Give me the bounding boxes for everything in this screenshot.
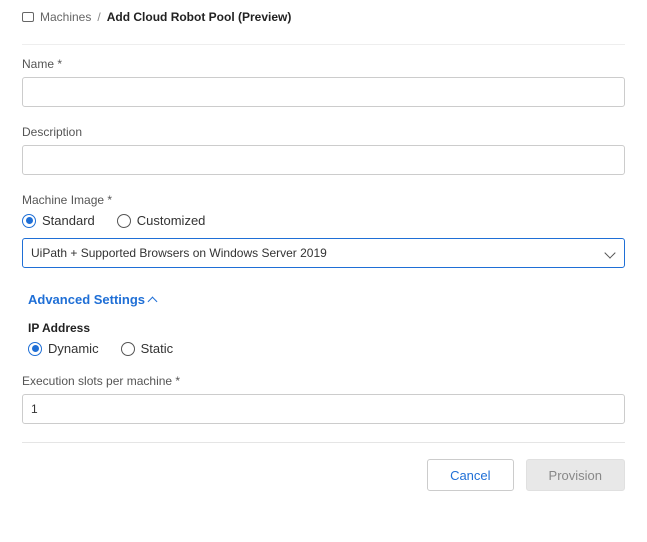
ip-address-group: IP Address Dynamic Static <box>22 321 625 356</box>
radio-customized[interactable]: Customized <box>117 213 206 228</box>
description-group: Description <box>22 125 625 175</box>
chevron-down-icon <box>604 247 615 258</box>
radio-static[interactable]: Static <box>121 341 174 356</box>
radio-icon <box>22 214 36 228</box>
description-label: Description <box>22 125 625 139</box>
machine-image-select[interactable]: UiPath + Supported Browsers on Windows S… <box>22 238 625 268</box>
breadcrumb-current: Add Cloud Robot Pool (Preview) <box>107 10 292 24</box>
radio-icon <box>117 214 131 228</box>
footer: Cancel Provision <box>22 442 625 491</box>
provision-button[interactable]: Provision <box>526 459 625 491</box>
description-input[interactable] <box>22 145 625 175</box>
monitor-icon <box>22 12 34 22</box>
breadcrumb-separator: / <box>97 10 100 24</box>
cancel-button[interactable]: Cancel <box>427 459 513 491</box>
ip-address-radio-row: Dynamic Static <box>28 341 625 356</box>
radio-icon <box>28 342 42 356</box>
radio-standard-label: Standard <box>42 213 95 228</box>
advanced-settings-label: Advanced Settings <box>28 292 145 307</box>
name-group: Name * <box>22 57 625 107</box>
radio-dynamic-label: Dynamic <box>48 341 99 356</box>
advanced-settings-toggle[interactable]: Advanced Settings <box>28 292 156 307</box>
radio-dynamic[interactable]: Dynamic <box>28 341 99 356</box>
execution-slots-group: Execution slots per machine * <box>22 374 625 424</box>
radio-icon <box>121 342 135 356</box>
machine-image-radio-row: Standard Customized <box>22 213 625 228</box>
name-input[interactable] <box>22 77 625 107</box>
radio-static-label: Static <box>141 341 174 356</box>
divider <box>22 44 625 45</box>
chevron-up-icon <box>148 297 158 307</box>
execution-slots-input[interactable] <box>22 394 625 424</box>
machine-image-label: Machine Image * <box>22 193 625 207</box>
breadcrumb: Machines / Add Cloud Robot Pool (Preview… <box>22 10 625 24</box>
machine-image-select-value: UiPath + Supported Browsers on Windows S… <box>31 246 327 260</box>
radio-customized-label: Customized <box>137 213 206 228</box>
name-label: Name * <box>22 57 625 71</box>
machine-image-group: Machine Image * Standard Customized UiPa… <box>22 193 625 268</box>
radio-standard[interactable]: Standard <box>22 213 95 228</box>
breadcrumb-root[interactable]: Machines <box>40 10 91 24</box>
execution-slots-label: Execution slots per machine * <box>22 374 625 388</box>
ip-address-label: IP Address <box>28 321 625 335</box>
